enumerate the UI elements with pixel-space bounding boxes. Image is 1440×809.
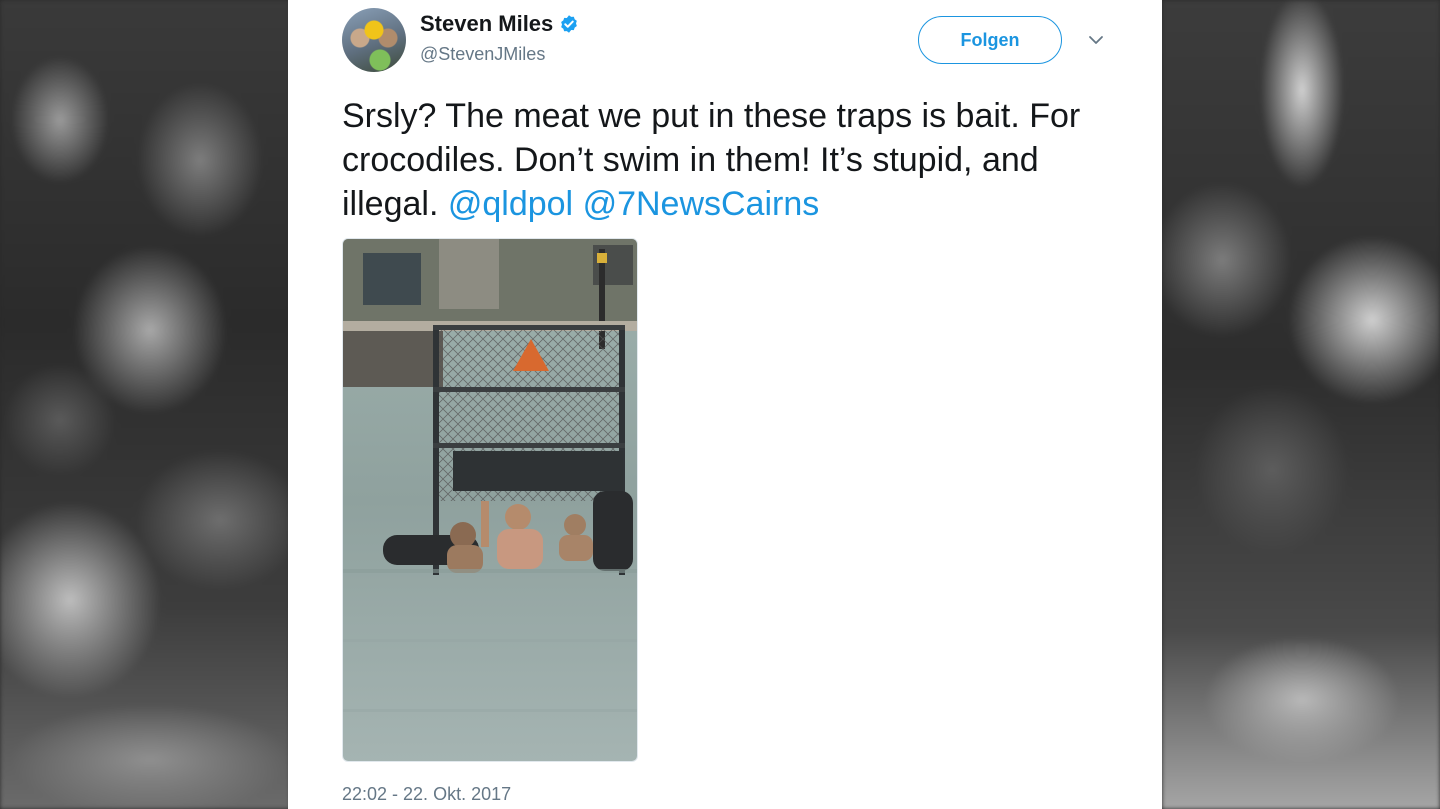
mention-link-7newscairns[interactable]: @7NewsCairns bbox=[583, 185, 820, 223]
author-name-row[interactable]: Steven Miles bbox=[420, 10, 579, 38]
author-display-name[interactable]: Steven Miles bbox=[420, 10, 553, 38]
avatar[interactable] bbox=[342, 8, 406, 72]
tweet-text: Srsly? The meat we put in these traps is… bbox=[342, 94, 1122, 226]
author-handle[interactable]: @StevenJMiles bbox=[420, 42, 579, 66]
author-block: Steven Miles @StevenJMiles bbox=[420, 10, 579, 66]
photo-men-in-crocodile-trap bbox=[343, 239, 637, 761]
screen: Steven Miles @StevenJMiles Folgen Srsly?… bbox=[0, 0, 1440, 809]
chevron-down-icon[interactable] bbox=[1086, 30, 1106, 50]
mention-link-qldpol[interactable]: @qldpol bbox=[448, 185, 573, 223]
background-photo-left bbox=[0, 0, 290, 809]
follow-button[interactable]: Folgen bbox=[918, 16, 1062, 64]
tweet-card: Steven Miles @StevenJMiles Folgen Srsly?… bbox=[288, 0, 1162, 809]
verified-badge-icon bbox=[561, 15, 578, 33]
background-photo-right bbox=[1162, 0, 1440, 809]
tweet-photo[interactable] bbox=[342, 238, 638, 762]
tweet-header: Steven Miles @StevenJMiles Folgen bbox=[342, 8, 1108, 72]
tweet-timestamp[interactable]: 22:02 - 22. Okt. 2017 bbox=[342, 782, 511, 806]
